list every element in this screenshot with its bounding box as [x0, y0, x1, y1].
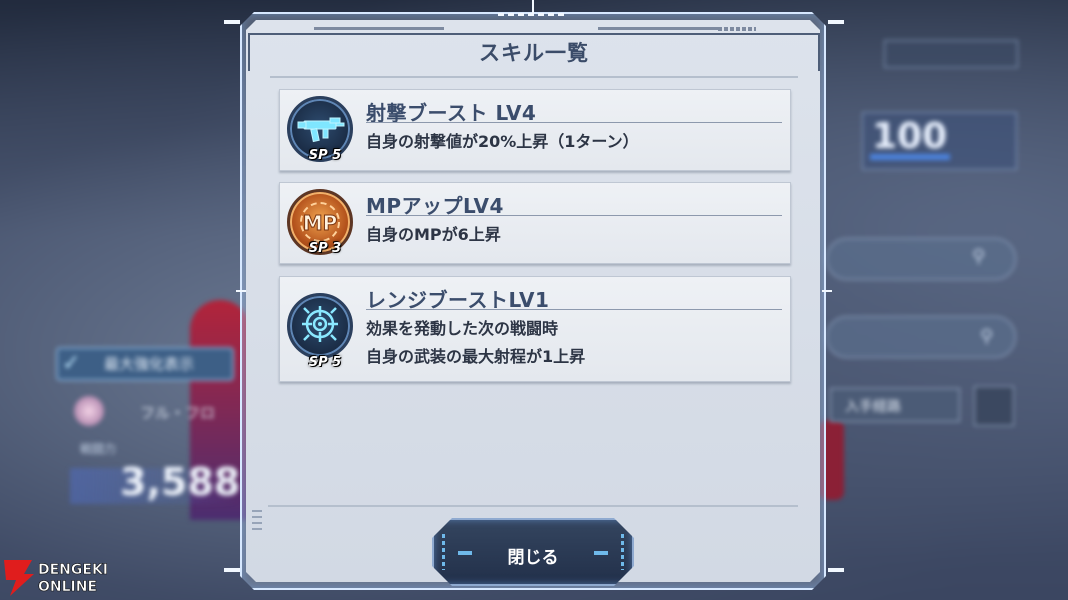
skill-description-line: 自身の射撃値が20%上昇（1ターン） [366, 132, 639, 151]
watermark-logo: DENGEKI ONLINE [0, 556, 130, 600]
background-max-enhance-label: 最大強化表示 [104, 355, 195, 373]
svg-text:ONLINE: ONLINE [38, 579, 97, 595]
background-right-bar [870, 154, 950, 160]
background-stat-label: 戦闘力 [80, 442, 117, 456]
search-icon: ⚲ [980, 326, 994, 347]
close-button[interactable]: 閉じる [432, 518, 634, 586]
background-check-icon: ✓ [62, 351, 81, 376]
skill-name-underline [366, 122, 782, 123]
sp-cost-badge: SP 5 [308, 148, 342, 163]
close-button-label: 閉じる [507, 548, 559, 568]
mp-icon: MP SP 3 [287, 189, 353, 256]
skill-description-line: 効果を発動した次の戦闘時 [366, 319, 559, 338]
svg-text:MP: MP [303, 211, 338, 235]
footer-divider [268, 505, 798, 507]
header-divider [270, 76, 798, 78]
skill-card[interactable]: SP 5 レンジブーストLV1 効果を発動した次の戦闘時 自身の武装の最大射程が… [279, 276, 791, 382]
header-decoration-chip [718, 27, 756, 31]
rifle-icon: SP 5 [287, 96, 353, 163]
frame-corner-tick [828, 568, 844, 572]
crosshair-icon: SP 5 [287, 293, 353, 370]
frame-top-dots [498, 13, 568, 16]
header-decoration [314, 27, 444, 30]
skill-description: 効果を発動した次の戦闘時 自身の武装の最大射程が1上昇 [366, 315, 585, 371]
background-memo-button [974, 386, 1014, 426]
background-right-value: 100 [872, 116, 948, 157]
search-icon: ⚲ [972, 246, 986, 267]
background-pilot-avatar [74, 396, 104, 426]
skill-name-underline [366, 215, 782, 216]
skill-description: 自身の射撃値が20%上昇（1ターン） [366, 128, 639, 156]
modal-title: スキル一覧 [479, 41, 589, 65]
skill-name-underline [366, 309, 782, 310]
background-top-tag [884, 40, 1018, 68]
footer-decoration [252, 510, 262, 532]
header-decoration [598, 27, 718, 30]
skill-description-line: 自身のMPが6上昇 [366, 225, 501, 244]
skill-description: 自身のMPが6上昇 [366, 221, 501, 249]
sp-cost-badge: SP 3 [308, 241, 342, 256]
modal-header: スキル一覧 [248, 27, 820, 71]
sp-cost-badge: SP 5 [308, 355, 342, 370]
frame-corner-tick [828, 20, 844, 24]
background-acquire-route-button: 入手経路 [830, 388, 960, 422]
frame-corner-tick [224, 20, 240, 24]
frame-top-tick [532, 0, 534, 14]
frame-left-tick [236, 290, 246, 292]
frame-corner-tick [224, 568, 240, 572]
background-stat-value: 3,588 [120, 460, 241, 504]
frame-right-tick [822, 290, 832, 292]
background-pilot-name: フル・フロ [140, 404, 216, 422]
skill-description-line: 自身の武装の最大射程が1上昇 [366, 347, 586, 366]
background-search-field-1 [826, 238, 1016, 280]
skill-card[interactable]: MP SP 3 MPアップLV4 自身のMPが6上昇 [279, 182, 791, 264]
svg-text:DENGEKI: DENGEKI [38, 562, 108, 578]
skill-card[interactable]: SP 5 射撃ブースト LV4 自身の射撃値が20%上昇（1ターン） [279, 89, 791, 171]
